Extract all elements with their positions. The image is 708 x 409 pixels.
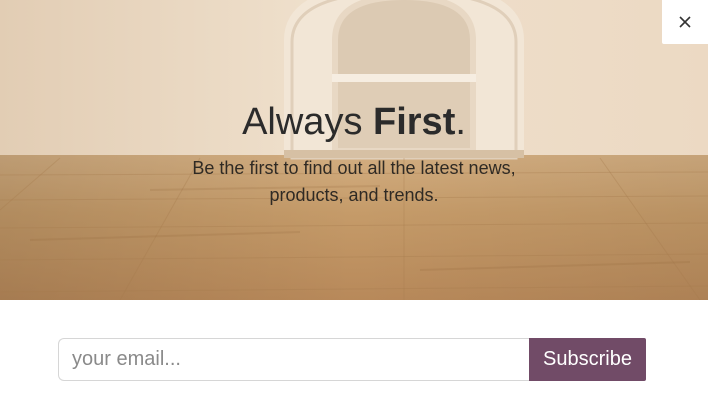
newsletter-popup: Always First. Be the first to find out a… [0,0,708,409]
close-button[interactable] [662,0,708,44]
subscribe-form: Subscribe [58,338,646,381]
headline-regular-text: Always [242,101,373,143]
email-input[interactable] [58,338,529,381]
popup-subtext: Be the first to find out all the latest … [154,155,554,209]
hero-background-image [0,0,708,300]
headline-bold-text: First [373,101,456,143]
close-icon [679,16,691,28]
subscribe-button[interactable]: Subscribe [529,338,646,381]
headline-period: . [455,101,466,143]
subtext-line-1: Be the first to find out all the latest … [192,158,516,178]
hero-banner: Always First. Be the first to find out a… [0,0,708,300]
popup-headline: Always First. [0,98,708,146]
subtext-line-2: products, and trends. [269,185,439,205]
